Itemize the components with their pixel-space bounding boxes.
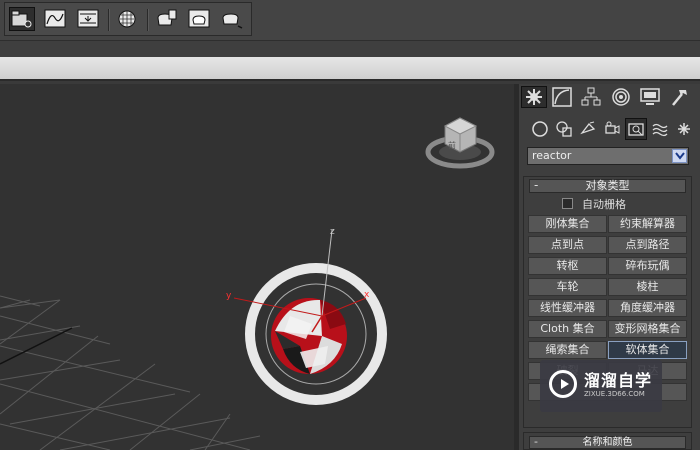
toolbar-group (4, 2, 252, 36)
object-type-rollout-header[interactable]: - 对象类型 (529, 178, 686, 193)
sphere-icon (532, 121, 548, 137)
viewport-canvas: 前 z y x (0, 117, 495, 450)
selected-soft-body-sphere[interactable] (245, 263, 387, 405)
render-production-button[interactable] (219, 7, 245, 31)
viewcube-front-label: 前 (448, 140, 456, 150)
rendered-frame-icon (188, 9, 210, 28)
deforming-mesh-collection-button[interactable]: 变形网格集合 (608, 320, 687, 338)
display-tab[interactable] (637, 86, 663, 108)
toolbar-separator (108, 9, 110, 31)
gizmo-x-label: x (364, 290, 370, 300)
geometry-tab[interactable] (529, 118, 551, 140)
dope-sheet-icon (77, 9, 99, 28)
scene-explorer-icon (11, 10, 32, 28)
hammer-icon (672, 90, 687, 106)
render-setup-button[interactable] (153, 7, 179, 31)
soft-body-collection-button[interactable]: 软体集合 (608, 341, 687, 359)
name-and-color-title: 名称和颜色 (582, 437, 633, 448)
curve-editor-button[interactable] (42, 7, 68, 31)
render-production-icon (222, 13, 243, 29)
modify-tab[interactable] (549, 86, 575, 108)
render-setup-icon (157, 9, 177, 26)
create-tab[interactable] (521, 86, 547, 108)
point-to-point-button[interactable]: 点到点 (528, 236, 607, 254)
name-and-color-rollout: - 名称和颜色 (523, 432, 692, 450)
object-type-title: 对象类型 (585, 179, 630, 192)
systems-tab[interactable] (673, 118, 695, 140)
gizmo-z-label: z (330, 227, 335, 237)
shapes-icon (556, 121, 572, 137)
hinge-button[interactable]: 转枢 (528, 257, 607, 275)
systems-icon (678, 123, 690, 135)
space-warp-icon (652, 123, 668, 137)
shapes-tab[interactable] (553, 118, 575, 140)
helpers-tab[interactable] (625, 118, 647, 140)
ragdoll-button[interactable]: 碎布玩偶 (608, 257, 687, 275)
material-editor-icon (118, 10, 136, 28)
autogrid-label: 自动栅格 (582, 198, 626, 211)
category-dropdown[interactable]: reactor (527, 147, 689, 165)
toolbar-strip (0, 40, 700, 57)
camera-icon (605, 121, 620, 134)
linear-dashpot-button[interactable]: 线性缓冲器 (528, 299, 607, 317)
helpers-icon (628, 123, 644, 136)
motion-tab[interactable] (608, 86, 634, 108)
angular-dashpot-button[interactable]: 角度缓冲器 (608, 299, 687, 317)
motion-icon (612, 88, 630, 106)
gizmo-y-label: y (226, 291, 232, 301)
dropdown-arrow-button[interactable] (672, 149, 687, 163)
autogrid-checkbox[interactable] (562, 198, 573, 209)
cloth-collection-button[interactable]: Cloth 集合 (528, 320, 607, 338)
space-warps-tab[interactable] (649, 118, 671, 140)
home-grid (0, 295, 261, 450)
rendered-frame-button[interactable] (186, 7, 212, 31)
modify-icon (552, 87, 572, 107)
main-toolbar (0, 0, 700, 40)
cameras-tab[interactable] (601, 118, 623, 140)
category-dropdown-value: reactor (532, 149, 572, 162)
material-editor-button[interactable] (114, 7, 140, 31)
rope-collection-button[interactable]: 绳索集合 (528, 341, 607, 359)
hierarchy-icon (581, 87, 601, 106)
hierarchy-tab[interactable] (578, 86, 604, 108)
viewcube[interactable]: 前 (425, 117, 495, 169)
scene-explorer-button[interactable] (9, 7, 35, 31)
display-icon (640, 88, 660, 105)
toolbar-separator (147, 9, 149, 31)
rigid-body-collection-button[interactable]: 刚体集合 (528, 215, 607, 233)
perspective-viewport[interactable]: 前 z y x (0, 84, 514, 450)
utilities-tab[interactable] (666, 86, 692, 108)
watermark-title: 溜溜自学 (584, 371, 653, 390)
prismatic-button[interactable]: 棱柱 (608, 278, 687, 296)
lights-tab[interactable] (577, 118, 599, 140)
watermark-url: ZIXUE.3D66.COM (584, 390, 645, 398)
watermark-logo: 溜溜自学 ZIXUE.3D66.COM (540, 360, 662, 412)
dope-sheet-button[interactable] (75, 7, 101, 31)
name-and-color-header[interactable]: - 名称和颜色 (529, 435, 686, 449)
car-wheel-button[interactable]: 车轮 (528, 278, 607, 296)
point-to-path-button[interactable]: 点到路径 (608, 236, 687, 254)
constraint-solver-button[interactable]: 约束解算器 (608, 215, 687, 233)
curve-editor-icon (44, 9, 66, 28)
chevron-down-icon (674, 152, 685, 160)
play-logo-icon (549, 370, 577, 398)
ribbon-bar (0, 57, 700, 81)
light-icon (580, 121, 596, 135)
create-icon (526, 89, 542, 105)
